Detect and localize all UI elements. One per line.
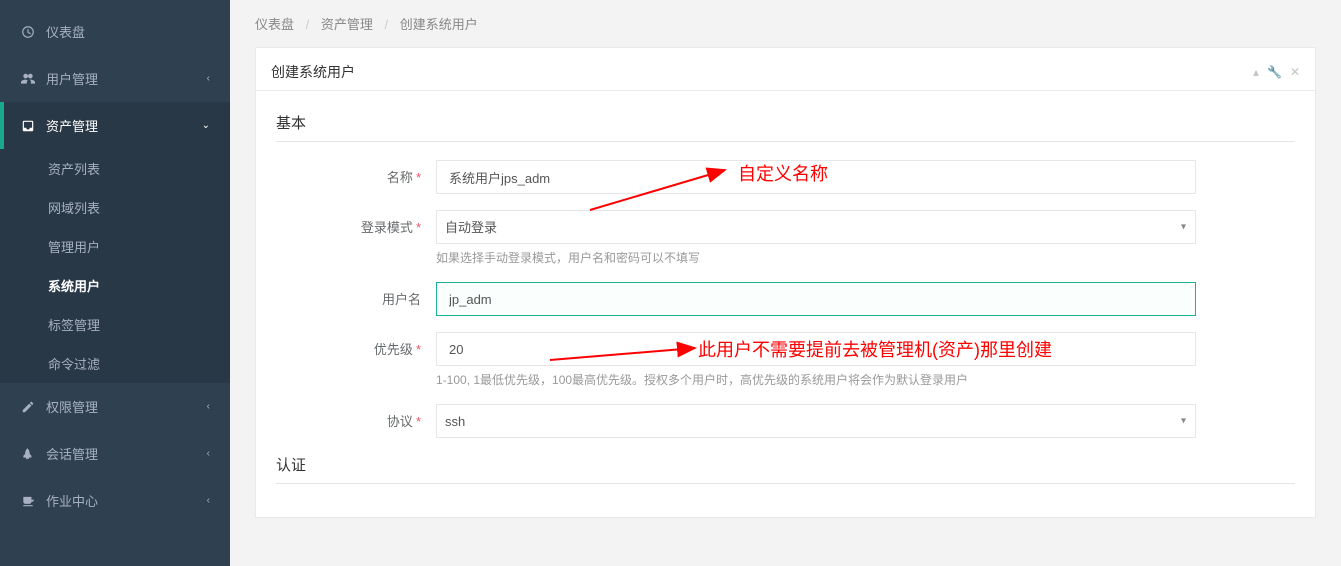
wrench-icon[interactable]: 🔧 [1267,65,1282,79]
input-username[interactable] [436,282,1196,316]
sidebar-sub-domain-list[interactable]: 网域列表 [0,188,230,227]
label-priority: 优先级* [276,332,436,358]
sidebar-sub-admin-user[interactable]: 管理用户 [0,227,230,266]
sidebar-item-assets[interactable]: 资产管理 ⌄ [0,102,230,149]
collapse-icon[interactable]: ▴ [1253,65,1259,79]
sidebar-item-dashboard[interactable]: 仪表盘 [0,8,230,55]
sidebar-sub-system-user[interactable]: 系统用户 [0,266,230,305]
label-username: 用户名 [276,282,436,308]
required-mark: * [416,170,421,185]
sidebar-label: 作业中心 [46,491,98,510]
panel-title: 创建系统用户 [271,62,355,82]
breadcrumb-item[interactable]: 资产管理 [321,17,373,32]
sidebar-item-jobs[interactable]: 作业中心 ‹ [0,477,230,524]
form-panel: 创建系统用户 ▴ 🔧 ✕ 基本 名称* 登录模式* [255,47,1316,518]
sidebar-item-users[interactable]: 用户管理 ‹ [0,55,230,102]
section-basic: 基本 [276,112,1295,142]
close-icon[interactable]: ✕ [1290,65,1300,79]
breadcrumb-sep: / [306,17,310,32]
sidebar: 仪表盘 用户管理 ‹ 资产管理 ⌄ 资产列表 网域列表 管理用户 系统用户 标签… [0,0,230,566]
breadcrumb: 仪表盘 / 资产管理 / 创建系统用户 [230,0,1341,47]
logo-area [0,0,230,8]
breadcrumb-sep: / [385,17,389,32]
sidebar-submenu-assets: 资产列表 网域列表 管理用户 系统用户 标签管理 命令过滤 [0,149,230,383]
label-protocol: 协议* [276,404,436,430]
form-row-username: 用户名 [276,282,1295,316]
coffee-icon [20,493,36,509]
panel-header: 创建系统用户 ▴ 🔧 ✕ [256,48,1315,91]
form-row-protocol: 协议* ssh ▾ [276,404,1295,438]
chevron-left-icon: ‹ [207,495,210,506]
form-row-login-mode: 登录模式* 自动登录 ▾ 如果选择手动登录模式，用户名和密码可以不填写 [276,210,1295,266]
chevron-left-icon: ‹ [207,73,210,84]
sidebar-sub-cmd-filter[interactable]: 命令过滤 [0,344,230,383]
users-icon [20,71,36,87]
breadcrumb-item-current: 创建系统用户 [400,17,478,32]
sidebar-label: 仪表盘 [46,22,85,41]
sidebar-label: 会话管理 [46,444,98,463]
input-name[interactable] [436,160,1196,194]
label-login-mode: 登录模式* [276,210,436,236]
chevron-down-icon: ⌄ [202,120,210,131]
select-login-mode[interactable]: 自动登录 [436,210,1196,244]
help-priority: 1-100, 1最低优先级，100最高优先级。授权多个用户时，高优先级的系统用户… [436,371,1196,388]
rocket-icon [20,446,36,462]
sidebar-item-perms[interactable]: 权限管理 ‹ [0,383,230,430]
form-row-name: 名称* [276,160,1295,194]
required-mark: * [416,220,421,235]
sidebar-item-sessions[interactable]: 会话管理 ‹ [0,430,230,477]
label-name: 名称* [276,160,436,186]
select-protocol[interactable]: ssh [436,404,1196,438]
section-auth: 认证 [276,454,1295,484]
panel-tools: ▴ 🔧 ✕ [1253,65,1300,79]
chevron-left-icon: ‹ [207,401,210,412]
panel-body: 基本 名称* 登录模式* 自动登录 ▾ [256,91,1315,517]
required-mark: * [416,414,421,429]
sidebar-sub-asset-list[interactable]: 资产列表 [0,149,230,188]
main-content: 仪表盘 / 资产管理 / 创建系统用户 创建系统用户 ▴ 🔧 ✕ 基本 名称* [230,0,1341,566]
help-login-mode: 如果选择手动登录模式，用户名和密码可以不填写 [436,249,1196,266]
sidebar-sub-label[interactable]: 标签管理 [0,305,230,344]
input-priority[interactable] [436,332,1196,366]
sidebar-label: 用户管理 [46,69,98,88]
chevron-left-icon: ‹ [207,448,210,459]
sidebar-label: 权限管理 [46,397,98,416]
breadcrumb-item[interactable]: 仪表盘 [255,17,294,32]
required-mark: * [416,342,421,357]
sidebar-label: 资产管理 [46,116,98,135]
dashboard-icon [20,24,36,40]
form-row-priority: 优先级* 1-100, 1最低优先级，100最高优先级。授权多个用户时，高优先级… [276,332,1295,388]
edit-icon [20,399,36,415]
inbox-icon [20,118,36,134]
